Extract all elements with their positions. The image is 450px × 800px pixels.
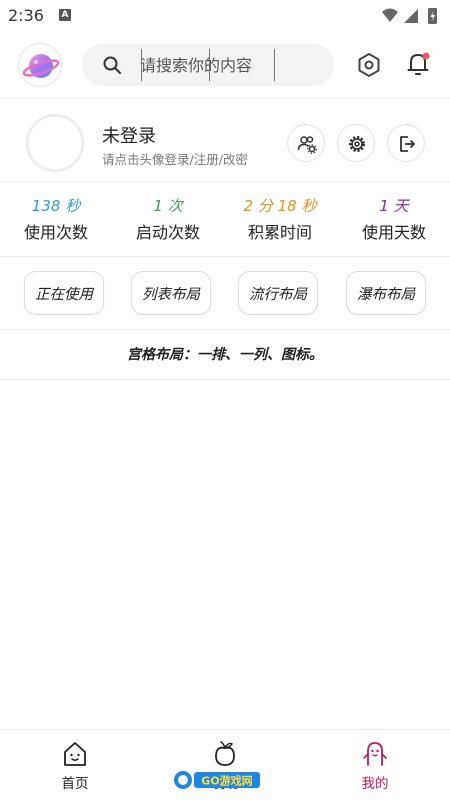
settings-button[interactable] — [337, 124, 375, 162]
header-divider — [0, 98, 450, 99]
status-icons — [382, 8, 437, 24]
nav-label: 我的 — [361, 776, 389, 792]
gear-icon — [349, 136, 365, 152]
status-bar: 2:36 A — [0, 0, 450, 32]
home-icon — [64, 742, 86, 766]
app-logo[interactable] — [18, 43, 62, 87]
text-cursor — [274, 49, 275, 81]
text-cursor — [209, 49, 210, 81]
login-hint: 请点击头像登录/注册/改密 — [102, 152, 248, 167]
watermark-text: GO游戏网 — [201, 774, 252, 788]
status-time: 2:36 — [8, 6, 44, 25]
logout-icon — [400, 136, 416, 152]
stat-label: 启动次数 — [135, 223, 200, 242]
peach-icon — [215, 741, 235, 766]
hexagon-settings-icon[interactable] — [356, 52, 382, 78]
signal-icon — [404, 9, 418, 23]
planet-logo-icon — [22, 54, 60, 78]
notification-bell-icon[interactable] — [405, 50, 433, 78]
stat-value: 2 分 18 秒 — [243, 197, 317, 215]
stat-usage-days: 1 天 使用天数 — [338, 195, 450, 243]
search-bar[interactable] — [82, 44, 334, 86]
mascot-icon — [363, 742, 387, 766]
stat-value: 1 天 — [379, 197, 409, 215]
nav-home[interactable]: 首页 — [35, 730, 115, 800]
wifi-icon — [382, 8, 398, 22]
stat-accumulated-time: 2 分 18 秒 积累时间 — [224, 195, 336, 243]
search-icon[interactable] — [102, 55, 122, 75]
avatar[interactable] — [26, 114, 84, 172]
stat-label: 使用次数 — [23, 223, 88, 242]
text-cursor — [141, 49, 142, 81]
stat-label: 积累时间 — [247, 223, 312, 242]
stat-value: 1 次 — [153, 197, 183, 215]
stats-divider — [0, 256, 450, 257]
popular-layout-button[interactable]: 流行布局 — [238, 271, 318, 315]
waterfall-layout-button[interactable]: 瀑布布局 — [346, 271, 426, 315]
user-name: 未登录 — [102, 126, 156, 147]
stat-value: 138 秒 — [31, 197, 81, 215]
content-divider — [0, 379, 450, 380]
nav-mine[interactable]: 我的 — [335, 730, 415, 800]
list-layout-button[interactable]: 列表布局 — [131, 271, 211, 315]
logout-button[interactable] — [387, 124, 425, 162]
nav-label: 首页 — [61, 776, 89, 792]
watermark-logo: GO游戏网 — [174, 771, 260, 789]
layout-divider — [0, 329, 450, 330]
profile-divider — [0, 181, 450, 182]
users-gear-icon — [297, 136, 317, 154]
top-header — [0, 32, 450, 98]
stat-label: 使用天数 — [361, 223, 426, 242]
layout-in-use-button[interactable]: 正在使用 — [24, 271, 104, 315]
grid-layout-note[interactable]: 宫格布局：一排、一列、图标。 — [0, 344, 450, 364]
search-input[interactable] — [140, 48, 320, 82]
users-settings-button[interactable] — [287, 124, 325, 162]
stat-launch-count: 1 次 启动次数 — [112, 195, 224, 243]
stat-usage-count: 138 秒 使用次数 — [0, 195, 112, 243]
notification-a-icon: A — [59, 9, 71, 21]
notification-dot — [422, 52, 430, 60]
